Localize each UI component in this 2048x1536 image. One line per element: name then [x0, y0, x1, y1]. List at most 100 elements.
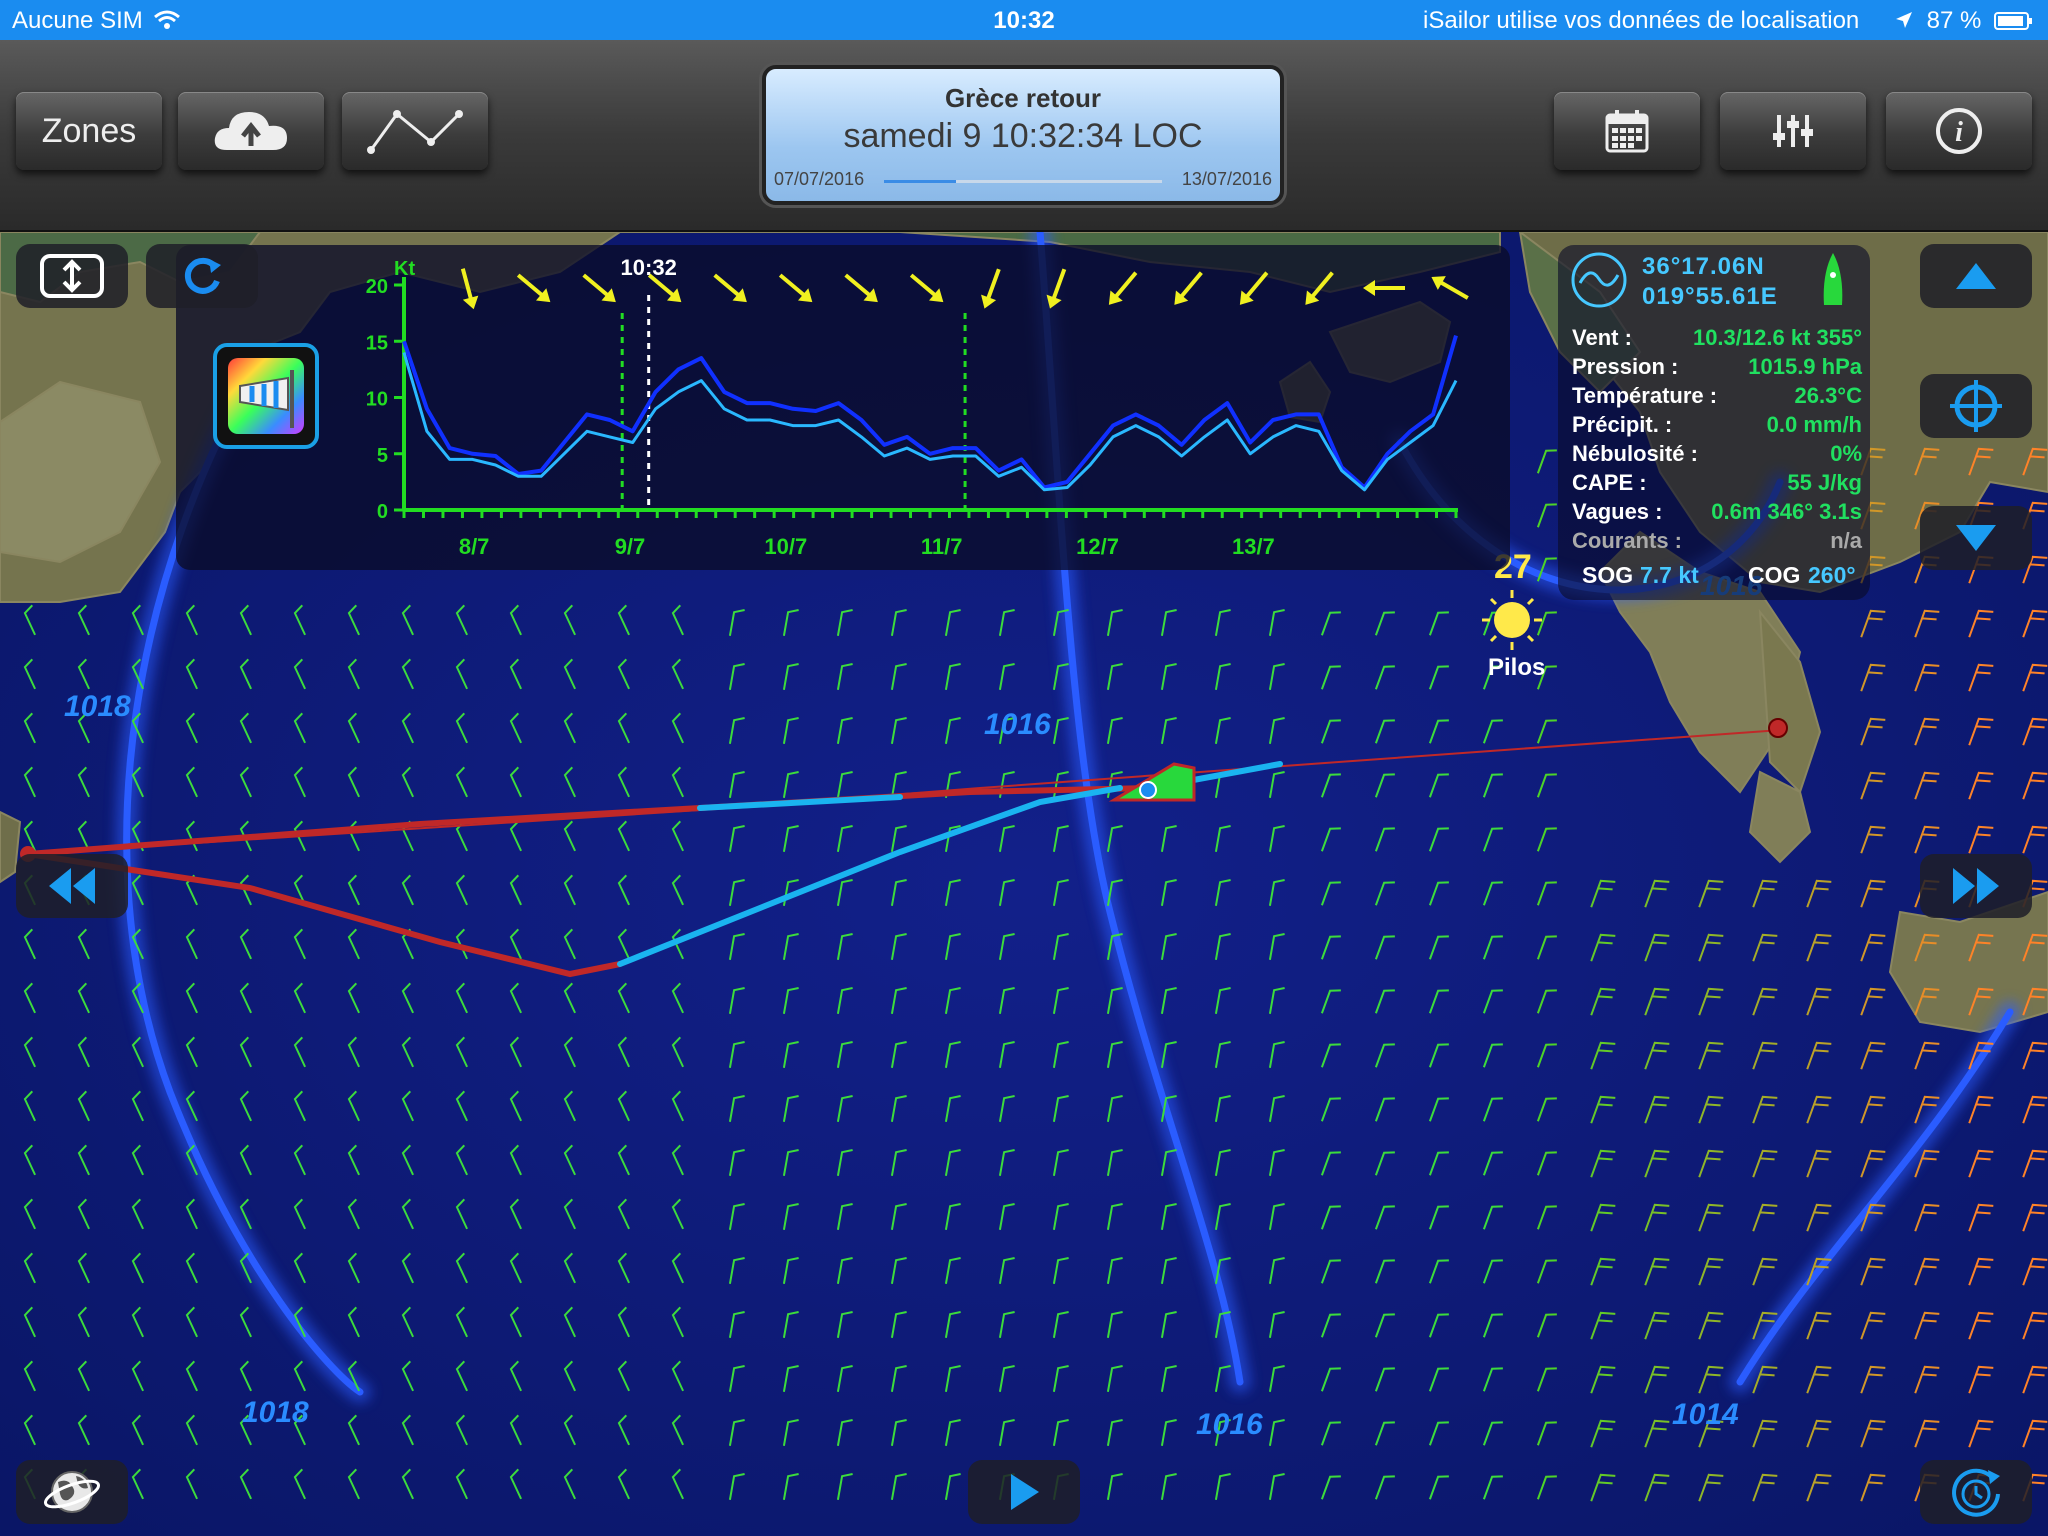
gust-series-line — [402, 335, 1458, 490]
info-row: Vagues : 0.6m 346° 3.1s — [1572, 499, 1862, 527]
cloud-upload-icon — [214, 112, 287, 150]
info-row: Courants : n/a — [1572, 528, 1862, 556]
longitude: 019°55.61E — [1642, 283, 1778, 310]
isobar-label: 1018 — [242, 1396, 309, 1429]
calendar-icon — [1605, 110, 1649, 153]
info-row: Nébulosité : 0% — [1572, 441, 1862, 469]
route-icon — [367, 110, 463, 154]
info-row-label: Nébulosité : — [1572, 441, 1698, 466]
date-label: 13/7 — [1232, 534, 1275, 559]
y-tick-label: 20 — [366, 276, 388, 298]
y-tick-label: 10 — [366, 389, 388, 411]
info-icon: i — [1936, 108, 1982, 154]
date-label: 12/7 — [1076, 534, 1119, 559]
isobar-label: 1018 — [64, 690, 131, 723]
isobar-label: 1016 — [984, 708, 1051, 741]
date-label: 9/7 — [615, 534, 646, 559]
y-tick-label: 15 — [366, 332, 388, 354]
rewind-button[interactable] — [16, 854, 128, 918]
boat-status-icon — [1823, 253, 1843, 305]
isobar-label: 1014 — [1672, 1398, 1739, 1431]
latitude: 36°17.06N — [1642, 253, 1765, 280]
info-row-value: n/a — [1830, 528, 1862, 553]
location-arrow-icon — [1895, 12, 1912, 28]
y-tick-label: 0 — [377, 501, 388, 523]
info-row: Pression : 1015.9 hPa — [1572, 354, 1862, 382]
info-row-value: 26.3°C — [1794, 383, 1862, 408]
wind-direction-arrow — [909, 273, 944, 303]
wind-speed-chart: 20151050Kt8/7 9/7 10/7 11/7 12/7 13/710:32 — [366, 255, 1469, 559]
city-name: Pilos — [1488, 654, 1546, 681]
fast-forward-icon — [1953, 868, 1999, 904]
time-slider[interactable] — [884, 180, 1162, 183]
battery-icon — [1994, 12, 2032, 30]
forecast-datetime: samedi 9 10:32:34 LOC — [843, 117, 1203, 155]
fast-forward-button[interactable] — [1920, 854, 2032, 918]
info-row: Précipit. : 0.0 mm/h — [1572, 412, 1862, 440]
info-row-label: Courants : — [1572, 528, 1682, 553]
cog-value: 260° — [1808, 562, 1856, 588]
sliders-icon — [1773, 115, 1813, 147]
scroll-down-button[interactable] — [1920, 506, 2032, 570]
wind-direction-arrow — [1239, 271, 1269, 305]
upload-button[interactable] — [178, 92, 324, 170]
date-label: 8/7 — [459, 534, 490, 559]
toolbar: Zones Grèce retour samedi 9 10:32:34 LOC… — [0, 40, 2048, 232]
clock-refresh-icon — [1952, 1468, 2000, 1517]
info-row: CAPE : 55 J/kg — [1572, 470, 1862, 498]
info-button[interactable]: i — [1886, 92, 2032, 170]
fullscreen-toggle-button[interactable] — [16, 244, 128, 308]
sog-label: SOG — [1582, 562, 1634, 588]
calendar-button[interactable] — [1554, 92, 1700, 170]
wind-direction-arrow — [1108, 271, 1138, 305]
battery-percent: 87 % — [1926, 7, 1982, 34]
wind-direction-arrow — [1431, 276, 1469, 300]
route-button[interactable] — [342, 92, 488, 170]
end-date: 13/07/2016 — [1181, 169, 1272, 189]
scroll-up-button[interactable] — [1920, 244, 2032, 308]
wind-direction-arrow — [1363, 280, 1405, 296]
zones-button[interactable]: Zones — [16, 92, 162, 170]
crosshair-icon — [1950, 380, 2002, 432]
arrow-up-icon — [1956, 263, 1996, 289]
chart-unit-label: Kt — [394, 258, 415, 280]
rewind-icon — [49, 868, 95, 904]
arrow-down-icon — [1956, 525, 1996, 551]
globe-button[interactable] — [16, 1460, 128, 1524]
cog-label: COG — [1748, 562, 1801, 588]
windsock-button[interactable] — [213, 343, 319, 449]
play-button[interactable] — [968, 1460, 1080, 1524]
wind-direction-arrow — [844, 273, 878, 303]
wind-direction-arrow — [778, 273, 813, 303]
isobar-label: 1016 — [1196, 1408, 1263, 1441]
info-row-label: Pression : — [1572, 354, 1679, 379]
info-row-value: 10.3/12.6 kt 355° — [1692, 325, 1862, 350]
y-tick-label: 5 — [377, 445, 388, 467]
start-date: 07/07/2016 — [774, 169, 865, 189]
refresh-icon — [184, 257, 221, 294]
meteogram-panel[interactable]: 20 15 10 5 0 Kt 8/7 9/7 10/7 11/7 12/7 13/7 10:32 — [176, 245, 1510, 570]
windsock-icon — [228, 358, 304, 434]
info-row: Vent : 10.3/12.6 kt 355° — [1572, 325, 1862, 353]
info-row: Température : 26.3°C — [1572, 383, 1862, 411]
wind-series-line — [402, 352, 1458, 492]
settings-button[interactable] — [1720, 92, 1866, 170]
refresh-button[interactable] — [146, 244, 258, 308]
info-row-value: 55 J/kg — [1787, 470, 1862, 495]
sog-cog-row: SOG 7.7 kt COG 260° — [1572, 562, 1862, 590]
time-slider-fill — [884, 180, 957, 183]
wind-direction-arrow — [1174, 271, 1203, 305]
date-label: 10/7 — [764, 534, 807, 559]
status-bar: Aucune SIM 10:32 iSailor utilise vos don… — [0, 0, 2048, 40]
wind-direction-arrow — [460, 268, 479, 310]
time-settings-button[interactable] — [1920, 1460, 2032, 1524]
info-row-value: 0.0 mm/h — [1766, 412, 1862, 437]
center-position-button[interactable] — [1920, 374, 2032, 438]
position-info-panel: 36°17.06N 019°55.61E Vent : 10.3/12.6 kt … — [1558, 245, 1870, 600]
forecast-title-box[interactable]: Grèce retour samedi 9 10:32:34 LOC 07/07… — [762, 65, 1284, 205]
info-row-label: Précipit. : — [1572, 412, 1673, 437]
globe-icon — [44, 1471, 100, 1513]
wind-direction-arrow — [1046, 268, 1067, 309]
info-row-label: Vagues : — [1572, 499, 1663, 524]
zones-label: Zones — [41, 111, 137, 150]
